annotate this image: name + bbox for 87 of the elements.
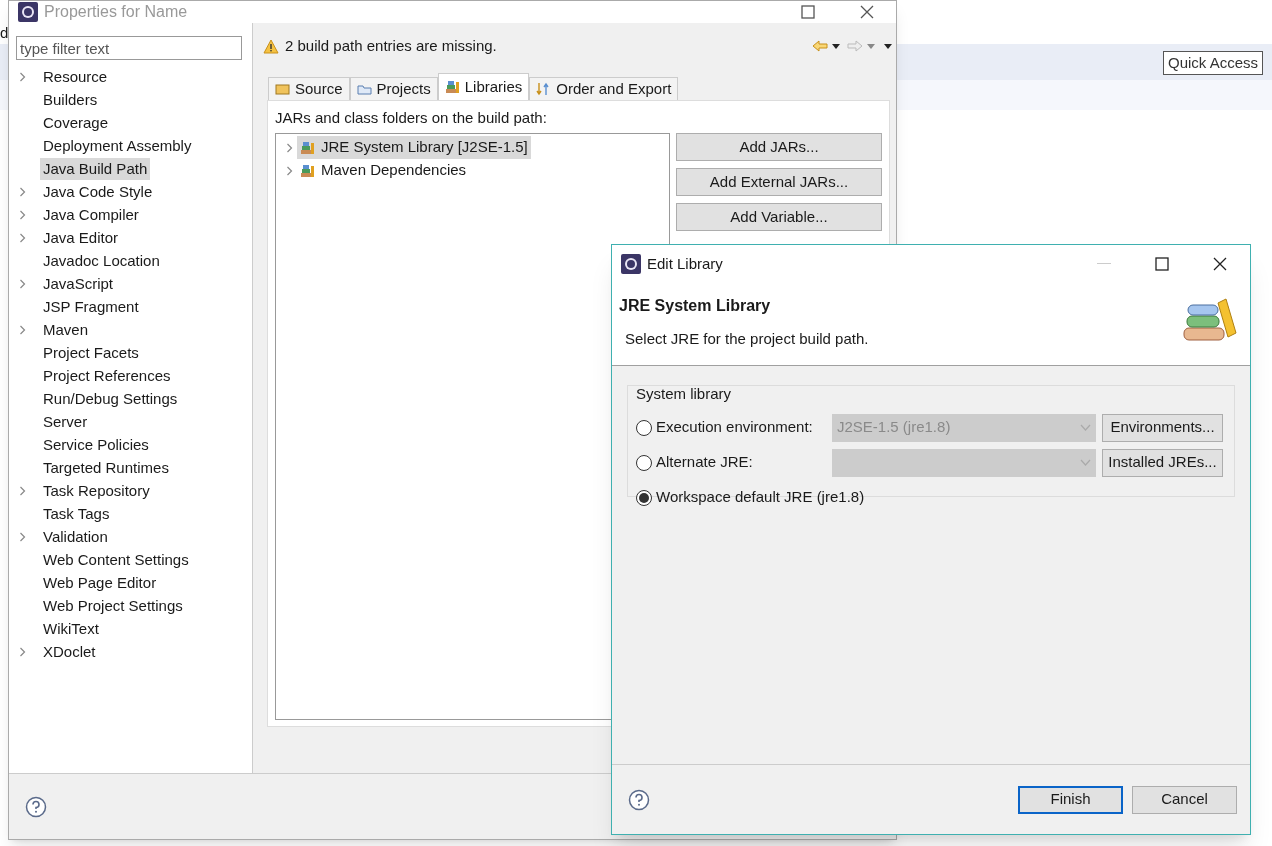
- text-fragment: d: [0, 23, 9, 43]
- folder-icon: [356, 82, 372, 96]
- nav-item[interactable]: Builders: [40, 88, 101, 111]
- dialog-heading: JRE System Library: [619, 296, 772, 316]
- action-button[interactable]: Add JARs...: [676, 133, 882, 161]
- nav-item[interactable]: Server: [40, 410, 91, 433]
- nav-item[interactable]: Web Page Editor: [40, 571, 160, 594]
- tab[interactable]: Order and Export: [529, 77, 679, 100]
- books-icon: [300, 140, 315, 155]
- quick-access-field[interactable]: Quick Access: [1163, 51, 1264, 75]
- dropdown-icon: [867, 43, 875, 49]
- expand-icon: [19, 485, 26, 496]
- action-button[interactable]: Installed JREs...: [1102, 448, 1223, 477]
- tree-item[interactable]: JRE System Library [J2SE-1.5]: [297, 136, 531, 159]
- tree-item[interactable]: Maven Dependencies: [297, 159, 470, 182]
- tab[interactable]: Libraries: [437, 73, 530, 100]
- nav-item[interactable]: Java Editor: [40, 226, 122, 249]
- expand-icon: [19, 186, 26, 197]
- chevron-down-icon: [1080, 459, 1091, 466]
- dialog-button[interactable]: Cancel: [1132, 785, 1237, 814]
- nav-item[interactable]: Java Code Style: [40, 180, 156, 203]
- warning-icon: [263, 38, 279, 54]
- nav-item[interactable]: Web Project Settings: [40, 594, 186, 617]
- window-title: Edit Library: [647, 253, 723, 274]
- close-icon: [860, 5, 874, 19]
- filter-field[interactable]: type filter text: [16, 36, 242, 60]
- nav-item[interactable]: WikiText: [40, 617, 102, 640]
- radio-label: Alternate JRE:: [656, 452, 754, 473]
- app-icon: [621, 254, 641, 274]
- section-label: JARs and class folders on the build path:: [275, 108, 548, 127]
- message-text: 2 build path entries are missing.: [285, 35, 497, 56]
- expand-icon: [19, 531, 26, 542]
- nav-item[interactable]: Targeted Runtimes: [40, 456, 172, 479]
- back-arrow-icon: [812, 40, 828, 52]
- nav-item[interactable]: Run/Debug Settings: [40, 387, 181, 410]
- chevron-down-icon: [1080, 424, 1091, 431]
- nav-item[interactable]: Maven: [40, 318, 92, 341]
- expand-icon: [19, 71, 26, 82]
- nav-item[interactable]: Project References: [40, 364, 174, 387]
- radio-button[interactable]: [636, 454, 652, 471]
- expand-icon: [286, 142, 293, 153]
- close-icon: [1213, 257, 1227, 271]
- action-button[interactable]: Environments...: [1102, 413, 1223, 442]
- nav-item[interactable]: Java Build Path: [40, 157, 151, 180]
- radio-label: Execution environment:: [656, 417, 814, 438]
- tab[interactable]: Projects: [349, 77, 438, 100]
- radio-button[interactable]: [636, 489, 652, 506]
- nav-item[interactable]: Web Content Settings: [40, 548, 192, 571]
- nav-item[interactable]: Java Compiler: [40, 203, 142, 226]
- nav-item[interactable]: Task Repository: [40, 479, 153, 502]
- help-icon: [628, 788, 650, 811]
- nav-item[interactable]: Validation: [40, 525, 111, 548]
- nav-item[interactable]: Javadoc Location: [40, 249, 163, 272]
- maximize-icon: [801, 5, 815, 19]
- dialog-button[interactable]: Finish: [1018, 785, 1123, 814]
- dialog-description: Select JRE for the project build path.: [625, 329, 869, 349]
- books-icon: [300, 163, 315, 178]
- nav-item[interactable]: Service Policies: [40, 433, 152, 456]
- expand-icon: [286, 165, 293, 176]
- minimize-icon: [1097, 263, 1111, 265]
- action-button[interactable]: Add Variable...: [676, 203, 882, 231]
- package-icon: [275, 82, 290, 96]
- menu-icon: [884, 43, 892, 49]
- forward-arrow-icon: [847, 40, 863, 52]
- action-button[interactable]: Add External JARs...: [676, 168, 882, 196]
- expand-icon: [19, 232, 26, 243]
- nav-item[interactable]: Deployment Assembly: [40, 134, 195, 157]
- radio-button[interactable]: [636, 419, 652, 436]
- nav-item[interactable]: JavaScript: [40, 272, 117, 295]
- nav-item[interactable]: Coverage: [40, 111, 112, 134]
- nav-item[interactable]: Task Tags: [40, 502, 113, 525]
- group-label: System library: [636, 384, 733, 404]
- tab[interactable]: Source: [268, 77, 350, 100]
- expand-icon: [19, 278, 26, 289]
- nav-item[interactable]: Resource: [40, 65, 111, 88]
- dropdown-icon: [832, 43, 840, 49]
- nav-item[interactable]: Project Facets: [40, 341, 142, 364]
- nav-item[interactable]: JSP Fragment: [40, 295, 142, 318]
- nav-item[interactable]: XDoclet: [40, 640, 99, 663]
- expand-icon: [19, 646, 26, 657]
- expand-icon: [19, 324, 26, 335]
- window-title: Properties for Name: [44, 2, 188, 22]
- books-icon: [444, 80, 460, 94]
- radio-label: Workspace default JRE (jre1.8): [656, 487, 865, 508]
- maximize-icon: [1155, 257, 1169, 271]
- help-icon: [25, 795, 47, 818]
- expand-icon: [19, 209, 26, 220]
